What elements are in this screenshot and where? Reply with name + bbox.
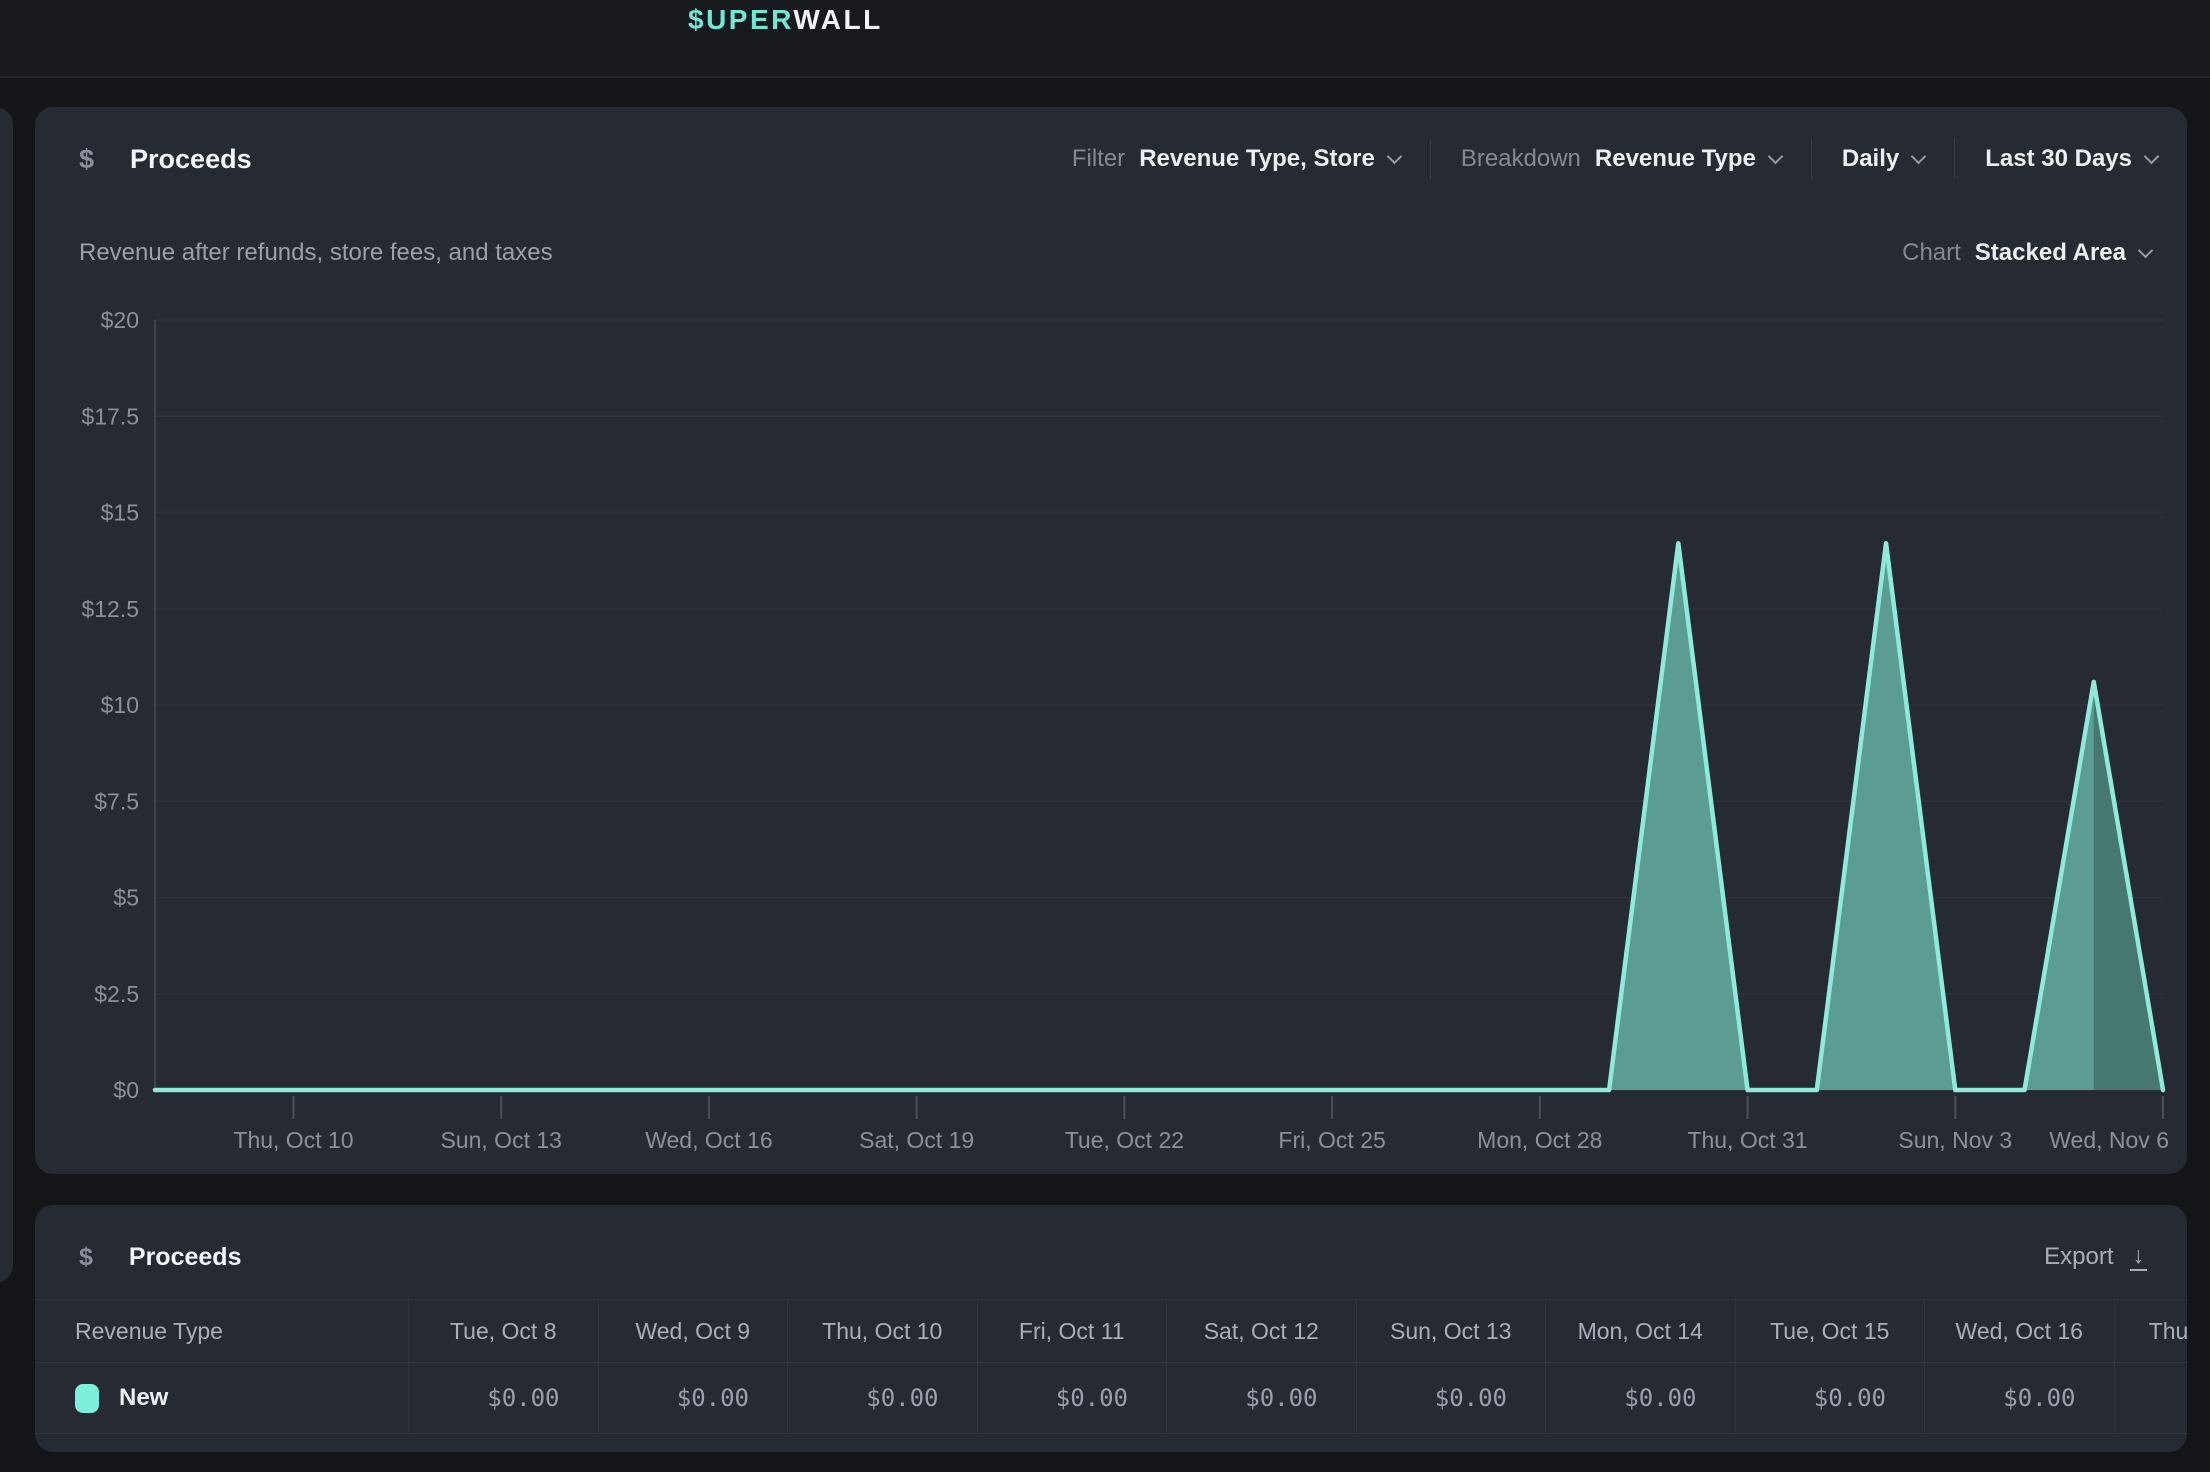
table-value-cell: $0.00 xyxy=(787,1363,977,1433)
table-header-cell: Sat, Oct 12 xyxy=(1166,1300,1356,1362)
proceeds-chart-card: $ Proceeds Filter Revenue Type, Store Br… xyxy=(35,107,2187,1174)
logo-primary: $UPER xyxy=(688,4,793,35)
row-label-cell: New xyxy=(35,1363,408,1433)
logo-secondary: WALL xyxy=(793,4,882,35)
series-name: New xyxy=(119,1384,168,1412)
svg-text:$10: $10 xyxy=(101,692,139,718)
x-axis-labels: Thu, Oct 10 Sun, Oct 13 Wed, Oct 16 Sat, Oc… xyxy=(233,1096,2169,1153)
table-value-cell: $0.00 xyxy=(1735,1363,1925,1433)
dollar-icon: $ xyxy=(79,1243,93,1272)
table-header-cell: Tue, Oct 15 xyxy=(1735,1300,1925,1362)
table-header-cell: Sun, Oct 13 xyxy=(1356,1300,1546,1362)
svg-text:Fri, Oct 25: Fri, Oct 25 xyxy=(1278,1127,1385,1153)
table-value-cell: $0.00 xyxy=(598,1363,788,1433)
svg-text:Wed, Nov 6: Wed, Nov 6 xyxy=(2049,1127,2169,1153)
table-header-cell: Fri, Oct 11 xyxy=(977,1300,1167,1362)
table-value-cell: $0.00 xyxy=(408,1363,598,1433)
top-bar: $UPERWALL xyxy=(0,0,2210,78)
y-axis-labels: $20 $17.5 $15 $12.5 $10 $7.5 $5 $2.5 $0 xyxy=(81,307,139,1103)
table-value-cell: $0.00 xyxy=(2114,1363,2188,1433)
svg-text:$20: $20 xyxy=(101,307,139,333)
svg-text:Tue, Oct 22: Tue, Oct 22 xyxy=(1065,1127,1184,1153)
svg-text:$17.5: $17.5 xyxy=(81,403,139,429)
table-card-title: Proceeds xyxy=(129,1243,242,1272)
proceeds-table-card: $ Proceeds Export ↓ Revenue TypeTue, Oct… xyxy=(35,1205,2187,1452)
table-header-row: Revenue TypeTue, Oct 8Wed, Oct 9Thu, Oct… xyxy=(35,1299,2187,1363)
table-header-cell: Thu, Oct 17 xyxy=(2114,1300,2188,1362)
table-header-cell: Mon, Oct 14 xyxy=(1545,1300,1735,1362)
svg-text:$15: $15 xyxy=(101,500,139,526)
table-header-cell: Tue, Oct 8 xyxy=(408,1300,598,1362)
svg-text:Wed, Oct 16: Wed, Oct 16 xyxy=(645,1127,772,1153)
svg-text:$12.5: $12.5 xyxy=(81,596,139,622)
svg-text:Sat, Oct 19: Sat, Oct 19 xyxy=(859,1127,974,1153)
table-header-cell: Thu, Oct 10 xyxy=(787,1300,977,1362)
svg-text:Thu, Oct 10: Thu, Oct 10 xyxy=(233,1127,353,1153)
svg-text:Thu, Oct 31: Thu, Oct 31 xyxy=(1687,1127,1807,1153)
proceeds-table[interactable]: Revenue TypeTue, Oct 8Wed, Oct 9Thu, Oct… xyxy=(35,1299,2187,1434)
area-fill xyxy=(155,543,2163,1090)
svg-text:$2.5: $2.5 xyxy=(94,981,139,1007)
table-card-header: $ Proceeds Export ↓ xyxy=(79,1231,2147,1283)
table-value-cell: $0.00 xyxy=(1166,1363,1356,1433)
table-header-cell: Wed, Oct 9 xyxy=(598,1300,788,1362)
svg-text:Mon, Oct 28: Mon, Oct 28 xyxy=(1477,1127,1602,1153)
download-icon: ↓ xyxy=(2130,1244,2148,1271)
superwall-logo: $UPERWALL xyxy=(688,0,883,40)
svg-text:Sun, Oct 13: Sun, Oct 13 xyxy=(440,1127,561,1153)
table-value-cell: $0.00 xyxy=(1924,1363,2114,1433)
table-header-revenue-type: Revenue Type xyxy=(35,1300,408,1362)
table-value-cell: $0.00 xyxy=(977,1363,1167,1433)
svg-text:$7.5: $7.5 xyxy=(94,788,139,814)
svg-text:$0: $0 xyxy=(113,1077,139,1103)
svg-text:$5: $5 xyxy=(113,885,139,911)
table-value-cell: $0.00 xyxy=(1356,1363,1546,1433)
export-button[interactable]: Export ↓ xyxy=(2044,1243,2147,1271)
table-value-cell: $0.00 xyxy=(1545,1363,1735,1433)
adjacent-card-edge xyxy=(0,107,13,1283)
svg-text:Sun, Nov 3: Sun, Nov 3 xyxy=(1898,1127,2012,1153)
proceeds-area-chart[interactable]: $20 $17.5 $15 $12.5 $10 $7.5 $5 $2.5 $0 Thu, Oct … xyxy=(35,107,2187,1174)
export-label: Export xyxy=(2044,1243,2113,1271)
table-row: New$0.00$0.00$0.00$0.00$0.00$0.00$0.00$0… xyxy=(35,1363,2187,1434)
series-color-swatch xyxy=(75,1384,99,1413)
table-header-cell: Wed, Oct 16 xyxy=(1924,1300,2114,1362)
